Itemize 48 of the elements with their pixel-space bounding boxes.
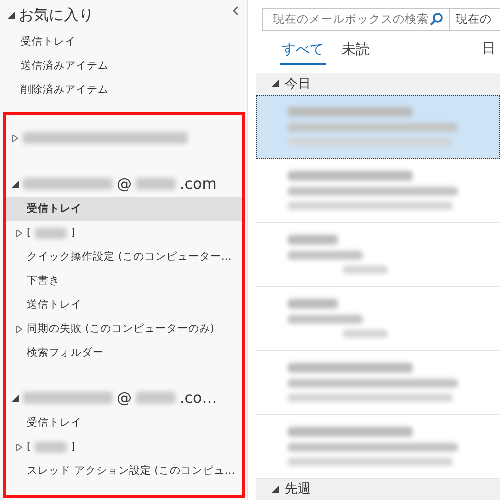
blurred-text	[35, 442, 68, 452]
folder-item[interactable]: クイック操作設定 (このコンピューター…	[6, 245, 242, 269]
bracket-text: ]	[71, 227, 76, 239]
folder-item[interactable]: 下書き	[6, 269, 242, 293]
blurred-text	[136, 178, 176, 190]
expand-arrow-icon[interactable]	[12, 134, 19, 142]
folder-item[interactable]: スレッド アクション設定 (このコンピュ…	[6, 459, 242, 483]
account-text: @	[117, 175, 132, 193]
bracket-text: ]	[71, 441, 76, 453]
folder-item[interactable]: [ ]	[6, 221, 242, 245]
collapse-arrow-icon[interactable]	[12, 180, 19, 188]
folder-item[interactable]: 同期の失敗 (このコンピューターのみ)	[6, 317, 242, 341]
folder-item[interactable]: 削除済みアイテム	[0, 78, 247, 102]
folder-item[interactable]: 受信トレイ	[0, 30, 247, 54]
expand-arrow-icon[interactable]	[16, 230, 23, 236]
search-icon[interactable]	[430, 13, 443, 26]
blurred-text	[343, 266, 388, 274]
folder-item[interactable]: 検索フォルダー	[6, 341, 242, 365]
blurred-text	[136, 392, 176, 404]
expand-arrow-icon[interactable]	[16, 444, 23, 450]
account-text: @	[117, 389, 132, 407]
folder-item[interactable]: 受信トレイ	[6, 197, 242, 221]
search-field[interactable]: 現在のメールボックスの検索	[262, 8, 450, 32]
bracket-text: [	[27, 441, 32, 453]
group-header[interactable]: 先週	[285, 480, 311, 498]
blurred-text	[288, 298, 338, 309]
folder-item[interactable]: 受信トレイ	[6, 411, 242, 435]
collapse-arrow-icon[interactable]	[8, 12, 15, 18]
bracket-text: [	[27, 227, 32, 239]
sort-label[interactable]: 日	[482, 40, 496, 58]
expand-arrow-icon[interactable]	[16, 326, 23, 332]
folder-item[interactable]: 送信トレイ	[6, 293, 242, 317]
group-header[interactable]: 今日	[285, 74, 311, 93]
collapse-arrow-icon[interactable]	[12, 394, 19, 402]
account-text: .com	[180, 175, 217, 193]
account-text: .co…	[180, 389, 218, 407]
blurred-text	[35, 228, 68, 238]
section-title[interactable]: お気に入り	[19, 6, 94, 24]
filter-tab[interactable]: 未読	[340, 41, 372, 66]
folder-item[interactable]: 送信済みアイテム	[0, 54, 247, 78]
blurred-text	[343, 330, 388, 338]
folder-item[interactable]: [ ]	[6, 435, 242, 459]
blurred-text	[288, 234, 338, 245]
scope-dropdown[interactable]: 現在の	[450, 8, 500, 32]
collapse-arrow-icon[interactable]	[272, 486, 279, 493]
collapse-arrow-icon[interactable]	[272, 80, 279, 88]
collapse-pane-icon[interactable]	[233, 6, 239, 16]
filter-tab[interactable]: すべて	[280, 41, 326, 66]
